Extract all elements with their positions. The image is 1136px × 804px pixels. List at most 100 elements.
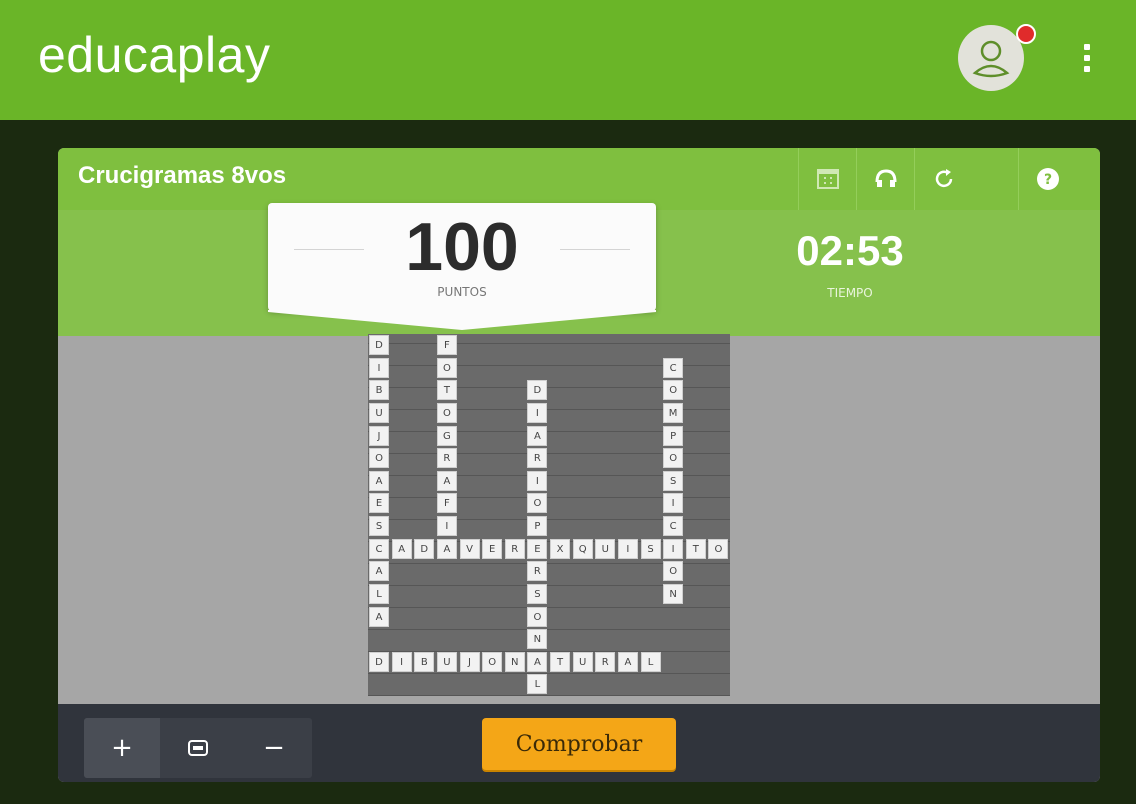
- crossword-cell[interactable]: P: [663, 425, 684, 446]
- crossword-cell[interactable]: O: [708, 538, 729, 559]
- crossword-cell[interactable]: S: [369, 516, 389, 536]
- restart-button[interactable]: [914, 148, 973, 210]
- help-button[interactable]: ?: [1018, 148, 1077, 210]
- notification-dot: [1016, 24, 1036, 44]
- crossword-cell[interactable]: S: [527, 583, 548, 604]
- crossword-cell[interactable]: D: [369, 651, 389, 672]
- educaplay-logo[interactable]: educaplay: [38, 30, 270, 80]
- crossword-cell[interactable]: B: [414, 651, 435, 672]
- score-panel-tail: [268, 310, 656, 330]
- crossword-cell[interactable]: L: [640, 651, 661, 672]
- crossword-cell[interactable]: C: [369, 538, 389, 559]
- crossword-cell[interactable]: R: [504, 538, 525, 559]
- crossword-cell[interactable]: O: [663, 448, 684, 469]
- crossword-cell[interactable]: F: [436, 335, 457, 355]
- crossword-cell[interactable]: B: [369, 380, 389, 401]
- crossword-cell[interactable]: A: [436, 538, 457, 559]
- check-button[interactable]: Comprobar: [482, 718, 676, 770]
- crossword-cell[interactable]: I: [436, 516, 457, 536]
- fullscreen-button[interactable]: [798, 148, 857, 210]
- crossword-cell[interactable]: R: [436, 448, 457, 469]
- fit-grid-button[interactable]: [160, 718, 236, 778]
- crossword-cell[interactable]: M: [663, 402, 684, 423]
- bottom-toolbar: + − Comprobar: [58, 704, 1100, 782]
- kebab-menu-icon[interactable]: [1082, 44, 1092, 80]
- crossword-cell[interactable]: U: [436, 651, 457, 672]
- zoom-in-button[interactable]: +: [84, 718, 160, 778]
- crossword-cell[interactable]: C: [663, 357, 684, 378]
- crossword-cell[interactable]: S: [663, 470, 684, 491]
- crossword-cell[interactable]: N: [663, 583, 684, 604]
- crossword-cell[interactable]: N: [504, 651, 525, 672]
- crossword-cell[interactable]: V: [459, 538, 480, 559]
- crossword-cell[interactable]: T: [685, 538, 706, 559]
- fullscreen-icon: [817, 169, 839, 189]
- crossword-cell[interactable]: O: [527, 493, 548, 514]
- user-avatar[interactable]: [958, 25, 1024, 91]
- score-divider-right: [560, 249, 630, 250]
- crossword-cell[interactable]: A: [391, 538, 412, 559]
- crossword-cell[interactable]: O: [663, 561, 684, 582]
- score-value: 100: [405, 209, 519, 285]
- crossword-cell[interactable]: E: [369, 493, 389, 514]
- crossword-cell[interactable]: O: [663, 380, 684, 401]
- zoom-out-button[interactable]: −: [236, 718, 312, 778]
- crossword-cell[interactable]: O: [436, 402, 457, 423]
- crossword-cell[interactable]: E: [527, 538, 548, 559]
- crossword-cell[interactable]: I: [369, 357, 389, 378]
- crossword-cell[interactable]: C: [663, 516, 684, 536]
- activity-card: Crucigramas 8vos ? 02:53 TIEMPO 100 PUNT…: [58, 148, 1100, 782]
- crossword-cell[interactable]: I: [391, 651, 412, 672]
- headphones-icon: [875, 169, 897, 187]
- crossword-cell[interactable]: A: [436, 470, 457, 491]
- crossword-cell[interactable]: I: [617, 538, 638, 559]
- crossword-cell[interactable]: F: [436, 493, 457, 514]
- crossword-cell[interactable]: D: [527, 380, 548, 401]
- score-divider-left: [294, 249, 364, 250]
- crossword-cell[interactable]: U: [595, 538, 616, 559]
- crossword-cell[interactable]: E: [482, 538, 503, 559]
- crossword-cell[interactable]: X: [550, 538, 570, 559]
- restart-icon: [935, 169, 953, 188]
- crossword-cell[interactable]: L: [369, 583, 389, 604]
- crossword-cell[interactable]: D: [414, 538, 435, 559]
- crossword-cell[interactable]: A: [527, 651, 548, 672]
- crossword-cell[interactable]: O: [369, 448, 389, 469]
- crossword-cell[interactable]: I: [527, 470, 548, 491]
- crossword-cell[interactable]: A: [369, 606, 389, 627]
- crossword-cell[interactable]: R: [527, 448, 548, 469]
- fit-grid-icon: [188, 740, 208, 756]
- top-bar: educaplay: [0, 0, 1136, 120]
- crossword-cell[interactable]: I: [663, 493, 684, 514]
- crossword-cell[interactable]: P: [527, 516, 548, 536]
- timer-value: 02:53: [796, 227, 904, 274]
- crossword-cell[interactable]: Q: [572, 538, 593, 559]
- crossword-cell[interactable]: I: [663, 538, 684, 559]
- crossword-cell[interactable]: A: [369, 470, 389, 491]
- crossword-cell[interactable]: R: [595, 651, 616, 672]
- crossword-grid: DIBUJOAESCALAFOTOGRAFIDIARIOPERSONALCOMP…: [368, 334, 730, 696]
- score-panel: 100 PUNTOS: [268, 203, 656, 311]
- user-avatar-icon: [972, 40, 1010, 78]
- crossword-cell[interactable]: N: [527, 629, 548, 650]
- crossword-cell[interactable]: A: [617, 651, 638, 672]
- crossword-cell[interactable]: G: [436, 425, 457, 446]
- crossword-cell[interactable]: S: [640, 538, 661, 559]
- crossword-cell[interactable]: O: [527, 606, 548, 627]
- crossword-cell[interactable]: I: [527, 402, 548, 423]
- crossword-cell[interactable]: R: [527, 561, 548, 582]
- crossword-cell[interactable]: A: [527, 425, 548, 446]
- crossword-cell[interactable]: O: [436, 357, 457, 378]
- timer: 02:53 TIEMPO: [780, 227, 920, 301]
- crossword-cell[interactable]: D: [369, 335, 389, 355]
- crossword-cell[interactable]: U: [572, 651, 593, 672]
- crossword-cell[interactable]: O: [482, 651, 503, 672]
- audio-button[interactable]: [856, 148, 915, 210]
- crossword-cell[interactable]: U: [369, 402, 389, 423]
- crossword-cell[interactable]: J: [459, 651, 480, 672]
- crossword-cell[interactable]: T: [436, 380, 457, 401]
- crossword-cell[interactable]: L: [527, 674, 548, 695]
- crossword-cell[interactable]: J: [369, 425, 389, 446]
- crossword-cell[interactable]: A: [369, 561, 389, 582]
- crossword-cell[interactable]: T: [550, 651, 570, 672]
